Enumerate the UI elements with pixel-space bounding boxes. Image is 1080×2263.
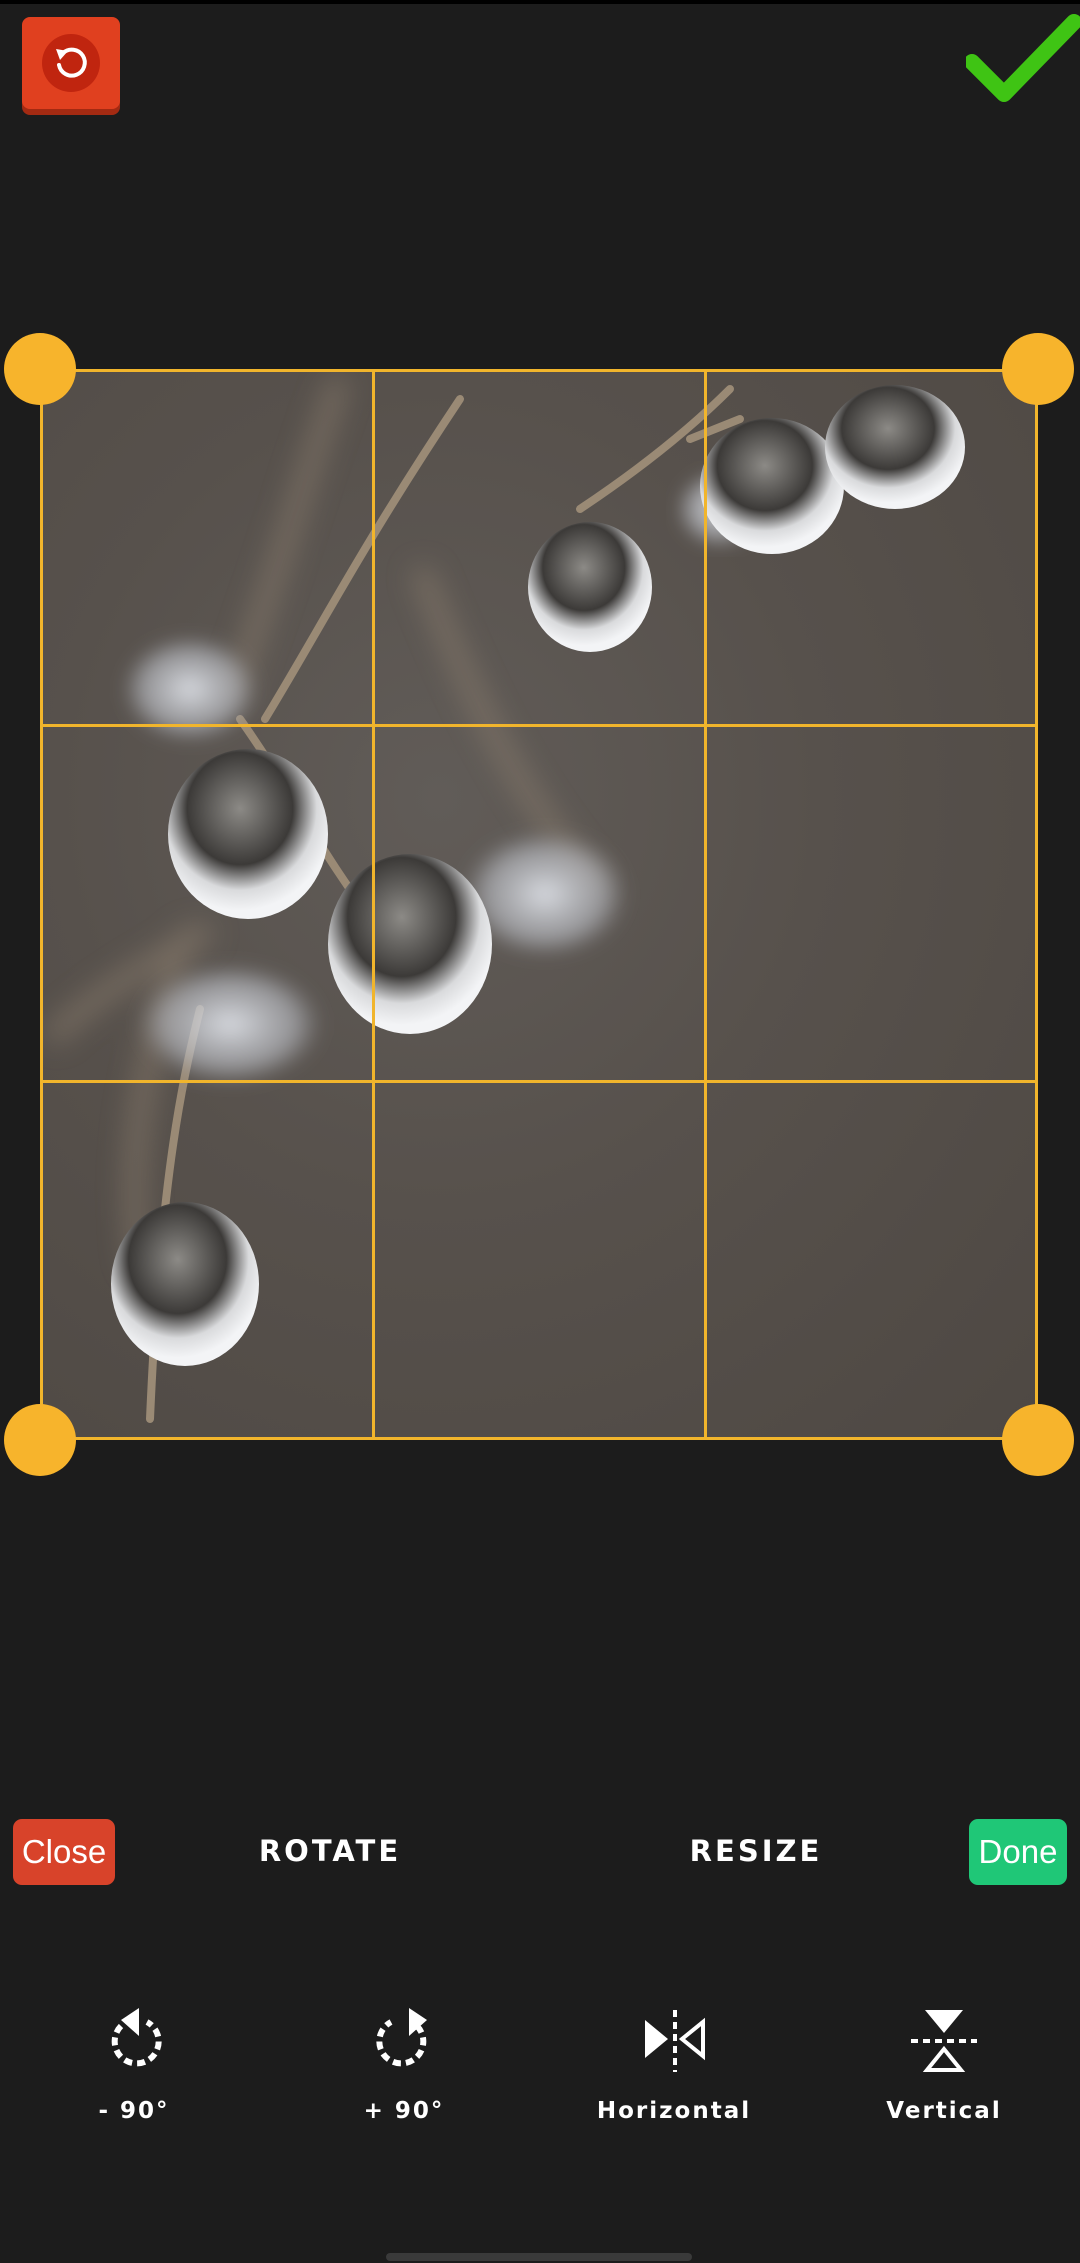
crop-editor-screen: Close ROTATE RESIZE Done - 90° + 90° Hor… [0,0,1080,2263]
grid-line-h2 [40,1080,1038,1083]
done-button[interactable]: Done [969,1819,1067,1885]
rotate-left-button[interactable]: - 90° [39,2006,229,2156]
close-button[interactable]: Close [13,1819,115,1885]
flip-vertical-label: Vertical [886,2098,1002,2124]
crop-handle-bottom-left[interactable] [4,1404,76,1476]
status-bar-edge [0,0,1080,4]
flip-vertical-button[interactable]: Vertical [849,2006,1039,2156]
crop-canvas[interactable] [40,369,1038,1440]
crop-border-right [1035,369,1038,1440]
grid-line-v2 [704,369,707,1440]
crop-border-bottom [40,1437,1038,1440]
rotate-right-label: + 90° [363,2098,445,2124]
flip-horizontal-button[interactable]: Horizontal [579,2006,769,2156]
tab-resize[interactable]: RESIZE [656,1828,856,1874]
rotate-left-label: - 90° [98,2098,170,2124]
flip-vertical-icon [911,2010,977,2072]
tab-rotate[interactable]: ROTATE [228,1828,432,1874]
home-indicator[interactable] [386,2253,692,2261]
photo-water-droplets [43,375,965,1423]
crop-handle-top-left[interactable] [4,333,76,405]
crop-border-top [40,369,1038,372]
reset-button[interactable] [22,17,120,109]
rotate-right-button[interactable]: + 90° [309,2006,499,2156]
crop-border-left [40,369,43,1440]
reset-rotate-icon [42,34,100,92]
crop-handle-bottom-right[interactable] [1002,1404,1074,1476]
grid-line-v1 [372,369,375,1440]
flip-horizontal-label: Horizontal [596,2098,752,2124]
checkmark-icon[interactable] [966,14,1080,106]
flip-horizontal-icon [645,2010,705,2072]
rotate-right-icon [376,2008,427,2067]
grid-line-h1 [40,724,1038,727]
rotate-left-icon [111,2008,162,2067]
crop-handle-top-right[interactable] [1002,333,1074,405]
